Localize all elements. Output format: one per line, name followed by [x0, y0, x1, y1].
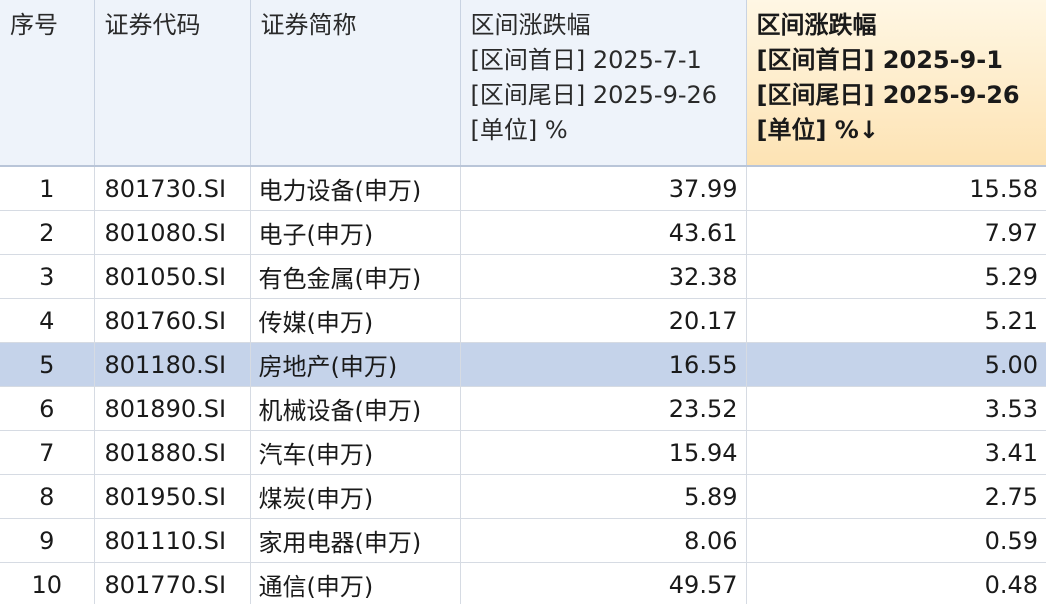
row-code[interactable]: 801890.SI [94, 386, 251, 431]
table-row[interactable]: 2 801080.SI 电子(申万) 43.61 7.97 [0, 210, 1046, 255]
table-row[interactable]: 4 801760.SI 传媒(申万) 20.17 5.21 [0, 298, 1046, 343]
row-name[interactable]: 汽车(申万) [250, 430, 461, 475]
row-name[interactable]: 电力设备(申万) [250, 166, 461, 211]
row-return-sep[interactable]: 15.58 [746, 166, 1046, 211]
header-code-label: 证券代码 [104, 11, 201, 39]
row-seq[interactable]: 9 [0, 518, 95, 563]
row-return-jul-sep[interactable]: 15.94 [460, 430, 747, 475]
header-ret2-title: 区间涨跌幅 [756, 11, 877, 39]
row-name[interactable]: 传媒(申万) [250, 298, 461, 343]
header-ret2-end: [区间尾日] 2025-9-26 [756, 81, 1020, 109]
column-header-code[interactable]: 证券代码 [94, 0, 251, 167]
column-header-name[interactable]: 证券简称 [250, 0, 461, 167]
header-row: 序号 证券代码 证券简称 区间涨跌幅 [区间首日] 2025-7-1 [区间尾日… [0, 0, 1046, 167]
securities-table: 序号 证券代码 证券简称 区间涨跌幅 [区间首日] 2025-7-1 [区间尾日… [0, 0, 1046, 604]
row-return-jul-sep[interactable]: 43.61 [460, 210, 747, 255]
table-row[interactable]: 10 801770.SI 通信(申万) 49.57 0.48 [0, 562, 1046, 604]
column-header-return-sep-sorted[interactable]: 区间涨跌幅 [区间首日] 2025-9-1 [区间尾日] 2025-9-26 [… [746, 0, 1046, 167]
table-row[interactable]: 5 801180.SI 房地产(申万) 16.55 5.00 [0, 342, 1046, 387]
row-seq[interactable]: 2 [0, 210, 95, 255]
row-name[interactable]: 煤炭(申万) [250, 474, 461, 519]
table-row[interactable]: 9 801110.SI 家用电器(申万) 8.06 0.59 [0, 518, 1046, 563]
row-return-jul-sep[interactable]: 5.89 [460, 474, 747, 519]
row-code[interactable]: 801730.SI [94, 166, 251, 211]
row-return-jul-sep[interactable]: 32.38 [460, 254, 747, 299]
row-code[interactable]: 801180.SI [94, 342, 251, 387]
column-header-seq[interactable]: 序号 [0, 0, 95, 167]
row-return-sep[interactable]: 3.41 [746, 430, 1046, 475]
header-ret1-end: [区间尾日] 2025-9-26 [470, 81, 718, 109]
row-seq[interactable]: 5 [0, 342, 95, 387]
table-row[interactable]: 8 801950.SI 煤炭(申万) 5.89 2.75 [0, 474, 1046, 519]
row-name[interactable]: 通信(申万) [250, 562, 461, 604]
data-grid: 序号 证券代码 证券简称 区间涨跌幅 [区间首日] 2025-7-1 [区间尾日… [0, 0, 1046, 604]
row-seq[interactable]: 1 [0, 166, 95, 211]
row-return-jul-sep[interactable]: 23.52 [460, 386, 747, 431]
row-name[interactable]: 机械设备(申万) [250, 386, 461, 431]
table-row[interactable]: 6 801890.SI 机械设备(申万) 23.52 3.53 [0, 386, 1046, 431]
row-seq[interactable]: 6 [0, 386, 95, 431]
header-ret1-title: 区间涨跌幅 [470, 11, 591, 39]
row-seq[interactable]: 10 [0, 562, 95, 604]
row-return-sep[interactable]: 5.29 [746, 254, 1046, 299]
row-return-sep[interactable]: 0.48 [746, 562, 1046, 604]
header-ret2-unit: [单位] % [756, 116, 859, 144]
row-return-sep[interactable]: 0.59 [746, 518, 1046, 563]
table-row[interactable]: 7 801880.SI 汽车(申万) 15.94 3.41 [0, 430, 1046, 475]
row-name[interactable]: 电子(申万) [250, 210, 461, 255]
table-body: 1 801730.SI 电力设备(申万) 37.99 15.58 2 801080.SI 电子… [0, 166, 1046, 604]
header-ret2-unit-line: [单位] %↓ [757, 113, 1046, 148]
header-seq-label: 序号 [10, 11, 58, 39]
table-row[interactable]: 1 801730.SI 电力设备(申万) 37.99 15.58 [0, 166, 1046, 211]
row-return-jul-sep[interactable]: 49.57 [460, 562, 747, 604]
row-name[interactable]: 有色金属(申万) [250, 254, 461, 299]
table-row[interactable]: 3 801050.SI 有色金属(申万) 32.38 5.29 [0, 254, 1046, 299]
header-ret1-start: [区间首日] 2025-7-1 [470, 46, 702, 74]
row-seq[interactable]: 7 [0, 430, 95, 475]
row-code[interactable]: 801950.SI [94, 474, 251, 519]
row-return-sep[interactable]: 2.75 [746, 474, 1046, 519]
sort-descending-icon[interactable]: ↓ [859, 113, 879, 148]
row-return-jul-sep[interactable]: 37.99 [460, 166, 747, 211]
row-return-jul-sep[interactable]: 8.06 [460, 518, 747, 563]
row-seq[interactable]: 3 [0, 254, 95, 299]
row-return-sep[interactable]: 7.97 [746, 210, 1046, 255]
row-code[interactable]: 801050.SI [94, 254, 251, 299]
row-return-sep[interactable]: 3.53 [746, 386, 1046, 431]
row-code[interactable]: 801770.SI [94, 562, 251, 604]
header-name-label: 证券简称 [260, 11, 357, 39]
row-name[interactable]: 家用电器(申万) [250, 518, 461, 563]
row-return-sep[interactable]: 5.00 [746, 342, 1046, 387]
column-header-return-jul-sep[interactable]: 区间涨跌幅 [区间首日] 2025-7-1 [区间尾日] 2025-9-26 [… [460, 0, 747, 167]
row-return-jul-sep[interactable]: 20.17 [460, 298, 747, 343]
row-return-sep[interactable]: 5.21 [746, 298, 1046, 343]
row-return-jul-sep[interactable]: 16.55 [460, 342, 747, 387]
row-code[interactable]: 801080.SI [94, 210, 251, 255]
row-code[interactable]: 801760.SI [94, 298, 251, 343]
row-code[interactable]: 801880.SI [94, 430, 251, 475]
row-seq[interactable]: 4 [0, 298, 95, 343]
header-ret2-start: [区间首日] 2025-9-1 [756, 46, 1003, 74]
row-seq[interactable]: 8 [0, 474, 95, 519]
row-name[interactable]: 房地产(申万) [250, 342, 461, 387]
header-ret1-unit: [单位] % [470, 116, 568, 144]
row-code[interactable]: 801110.SI [94, 518, 251, 563]
